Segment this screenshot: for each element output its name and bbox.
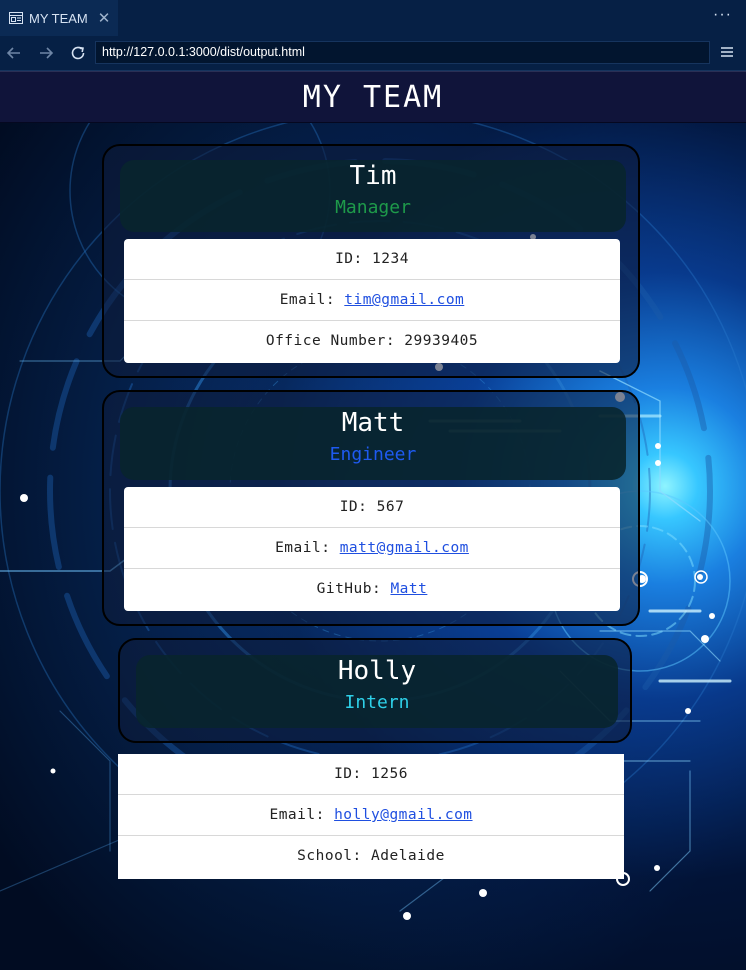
employee-card-manager: Tim Manager ID: 1234 Email: tim@gmail.co… <box>102 144 640 378</box>
employee-details: ID: 1234 Email: tim@gmail.com Office Num… <box>124 239 620 363</box>
employee-details: ID: 567 Email: matt@gmail.com GitHub: Ma… <box>124 487 620 611</box>
employee-card-intern: Holly Intern <box>118 638 632 743</box>
close-tab-icon[interactable]: ✕ <box>98 9 111 27</box>
school-value: Adelaide <box>371 848 445 864</box>
back-arrow-icon[interactable] <box>4 43 24 63</box>
navigation-bar: http://127.0.0.1:3000/dist/output.html <box>0 36 746 71</box>
employee-name: Tim <box>349 161 397 191</box>
office-number-row: Office Number: 29939405 <box>124 321 620 362</box>
email-link[interactable]: matt@gmail.com <box>340 540 469 556</box>
id-label: ID: <box>335 251 372 267</box>
office-number-value: 29939405 <box>404 333 479 349</box>
id-row: ID: 1256 <box>118 754 624 795</box>
more-options-icon[interactable]: ··· <box>713 6 732 24</box>
reload-icon[interactable] <box>68 43 88 63</box>
employee-details: ID: 1256 Email: holly@gmail.com School: … <box>118 754 624 879</box>
tab-title: MY TEAM <box>29 10 88 26</box>
employee-card-engineer: Matt Engineer ID: 567 Email: matt@gmail.… <box>102 390 640 626</box>
employee-role: Engineer <box>329 444 417 465</box>
email-link[interactable]: holly@gmail.com <box>334 807 472 823</box>
employee-role: Intern <box>344 692 410 713</box>
email-label: Email: <box>275 540 340 556</box>
id-row: ID: 567 <box>124 487 620 528</box>
hamburger-menu-icon[interactable] <box>720 45 734 59</box>
page-icon <box>9 12 23 24</box>
email-label: Email: <box>269 807 335 823</box>
email-row: Email: holly@gmail.com <box>118 795 624 836</box>
id-value: 1256 <box>371 766 408 782</box>
office-number-label: Office Number: <box>265 333 405 349</box>
tab-bar: MY TEAM ✕ ··· <box>0 0 746 36</box>
github-link[interactable]: Matt <box>390 581 427 597</box>
page-title: MY TEAM <box>302 79 444 115</box>
employee-name: Matt <box>341 408 405 438</box>
forward-arrow-icon[interactable] <box>36 43 56 63</box>
id-value: 1234 <box>372 251 409 267</box>
employee-role: Manager <box>335 197 411 218</box>
address-bar[interactable]: http://127.0.0.1:3000/dist/output.html <box>95 41 710 64</box>
email-link[interactable]: tim@gmail.com <box>344 292 464 308</box>
tab-my-team[interactable]: MY TEAM ✕ <box>0 0 118 36</box>
id-label: ID: <box>339 499 377 515</box>
school-label: School: <box>297 848 371 864</box>
page-header: MY TEAM <box>0 71 746 123</box>
github-label: GitHub: <box>316 581 391 597</box>
email-label: Email: <box>279 292 345 308</box>
page-viewport: MY TEAM Tim Manager ID: 1234 Email: tim@… <box>0 71 746 970</box>
employee-name: Holly <box>337 656 417 686</box>
id-row: ID: 1234 <box>124 239 620 280</box>
school-row: School: Adelaide <box>118 836 624 877</box>
id-label: ID: <box>334 766 371 782</box>
email-row: Email: matt@gmail.com <box>124 528 620 569</box>
github-row: GitHub: Matt <box>124 569 620 610</box>
id-value: 567 <box>376 499 405 515</box>
card-header: Matt Engineer <box>120 407 626 480</box>
email-row: Email: tim@gmail.com <box>124 280 620 321</box>
card-header: Tim Manager <box>120 160 626 232</box>
card-header: Holly Intern <box>136 655 618 728</box>
